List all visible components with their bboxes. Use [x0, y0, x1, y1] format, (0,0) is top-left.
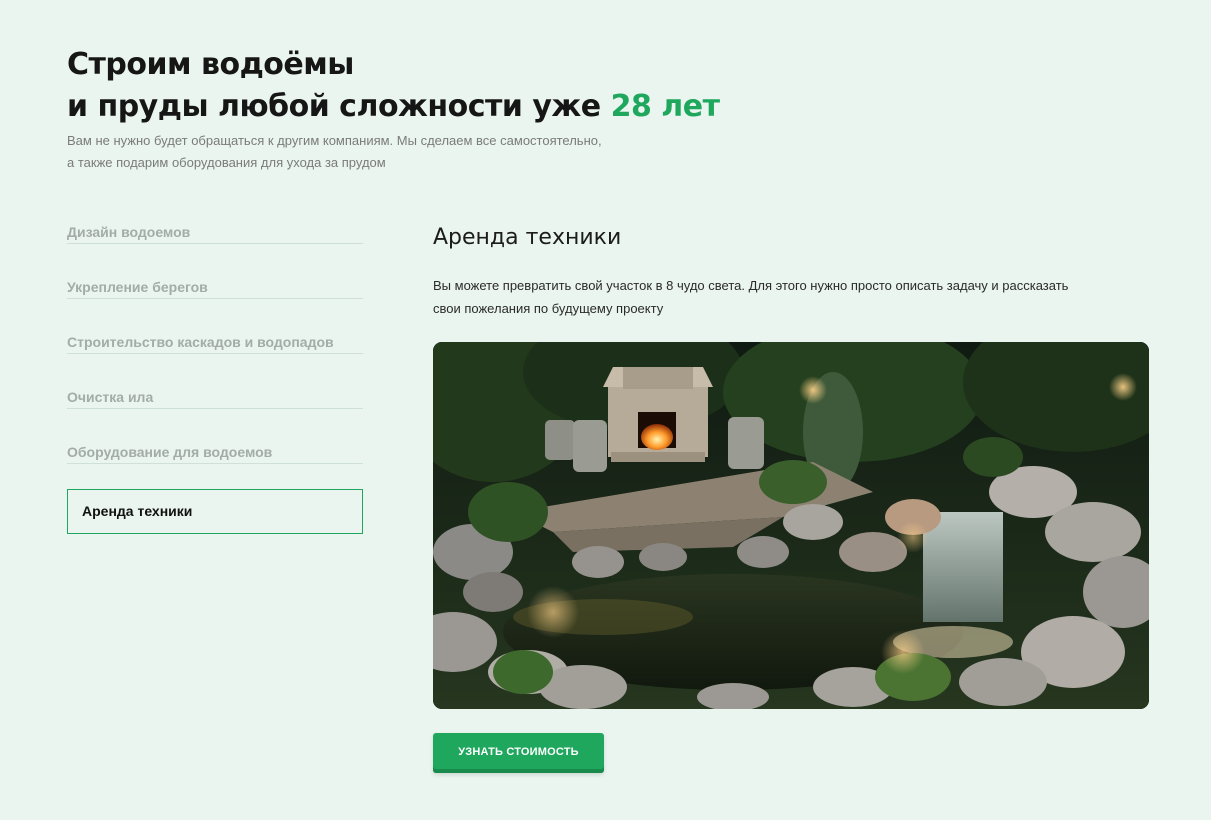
page-subtitle: Вам не нужно будет обращаться к другим к… — [67, 130, 687, 174]
title-accent-years: 28 лет — [610, 89, 720, 124]
content-text-line-2: свои пожелания по будущему проекту — [433, 301, 664, 316]
tab-pond-equipment[interactable]: Оборудование для водоемов — [67, 436, 363, 464]
tab-equipment-rental[interactable]: Аренда техники — [67, 489, 363, 534]
content-title: Аренда техники — [433, 225, 622, 250]
title-line-2: и пруды любой сложности уже — [67, 89, 611, 124]
tab-silt-cleaning[interactable]: Очистка ила — [67, 381, 363, 409]
services-tab-list: Дизайн водоемов Укрепление берегов Строи… — [67, 216, 363, 561]
get-price-button[interactable]: УЗНАТЬ СТОИМОСТЬ — [433, 733, 604, 773]
garden-pond-photo — [433, 342, 1149, 709]
content-description: Вы можете превратить свой участок в 8 чу… — [433, 274, 1149, 320]
tab-cascades-waterfalls[interactable]: Строительство каскадов и водопадов — [67, 326, 363, 354]
subtitle-line-1: Вам не нужно будет обращаться к другим к… — [67, 133, 602, 148]
content-text-line-1: Вы можете превратить свой участок в 8 чу… — [433, 278, 1069, 293]
tab-shore-reinforcement[interactable]: Укрепление берегов — [67, 271, 363, 299]
title-line-1: Строим водоёмы — [67, 47, 354, 82]
pond-photo-illustration — [433, 342, 1149, 709]
page-title: Строим водоёмы и пруды любой сложности у… — [67, 44, 720, 128]
subtitle-line-2: а также подарим оборудования для ухода з… — [67, 155, 386, 170]
tab-content-panel: Аренда техники Вы можете превратить свой… — [433, 222, 1149, 320]
tab-pond-design[interactable]: Дизайн водоемов — [67, 216, 363, 244]
